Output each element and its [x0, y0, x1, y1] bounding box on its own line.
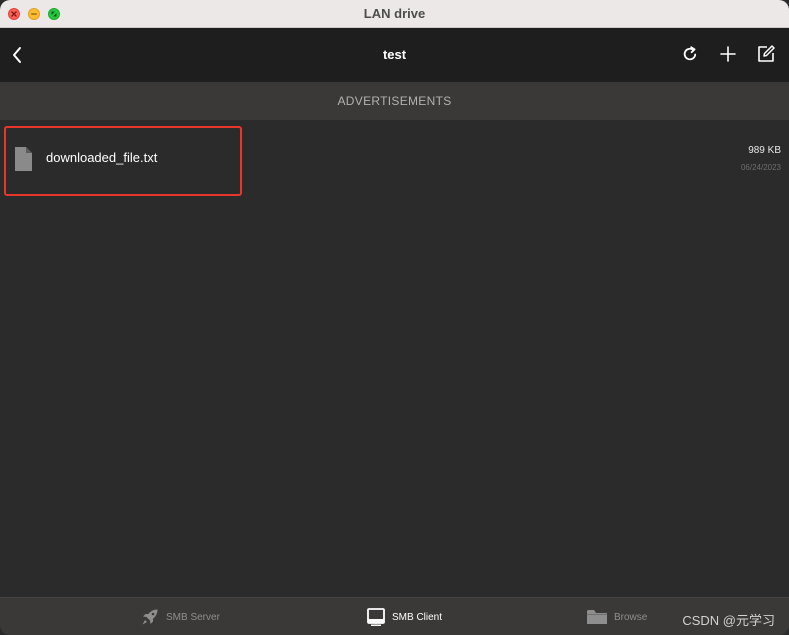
document-icon: [15, 147, 32, 171]
tab-label: Browse: [614, 611, 648, 623]
compose-icon: [758, 45, 775, 62]
watermark-text: CSDN @元学习: [682, 613, 775, 628]
close-icon: [11, 11, 17, 17]
title-bar: LAN drive: [0, 0, 789, 28]
plus-icon: [720, 46, 736, 62]
navbar-actions: [679, 42, 777, 66]
tab-label: SMB Server: [166, 611, 220, 623]
tab-label: SMB Client: [392, 611, 443, 623]
chevron-left-icon: [13, 47, 21, 63]
back-button[interactable]: [6, 42, 28, 68]
close-window-button[interactable]: [8, 8, 20, 20]
tab-bar: SMB Server SMB Client Browse CSDN @元学习: [0, 597, 789, 635]
zoom-window-button[interactable]: [48, 8, 60, 20]
file-name: downloaded_file.txt: [46, 150, 158, 165]
navigation-bar: test: [0, 28, 789, 82]
tab-smb-client[interactable]: SMB Client: [366, 598, 442, 635]
refresh-button[interactable]: [679, 42, 701, 66]
folder-icon: [587, 610, 607, 624]
folder-title: test: [382, 47, 407, 62]
edit-button[interactable]: [755, 42, 777, 66]
file-row[interactable]: downloaded_file.txt 989 KB 06/24/2023: [0, 126, 789, 188]
tab-browse[interactable]: Browse: [586, 598, 647, 635]
tab-smb-server[interactable]: SMB Server: [140, 598, 220, 635]
window-title: LAN drive: [363, 6, 426, 21]
add-button[interactable]: [717, 42, 739, 66]
file-size: 989 KB: [748, 145, 781, 156]
advertisement-banner[interactable]: ADVERTISEMENTS: [0, 82, 789, 120]
window-controls: [8, 8, 60, 20]
file-list: downloaded_file.txt 989 KB 06/24/2023: [0, 120, 789, 598]
refresh-icon: [683, 46, 697, 61]
minimize-window-button[interactable]: [28, 8, 40, 20]
rocket-icon: [142, 609, 158, 625]
monitor-icon: [367, 608, 385, 626]
file-date: 06/24/2023: [740, 163, 781, 172]
fullscreen-icon: [51, 11, 57, 17]
app-window: LAN drive test ADVERTISEMENTS downloaded…: [0, 0, 789, 635]
minimize-icon: [31, 13, 37, 15]
